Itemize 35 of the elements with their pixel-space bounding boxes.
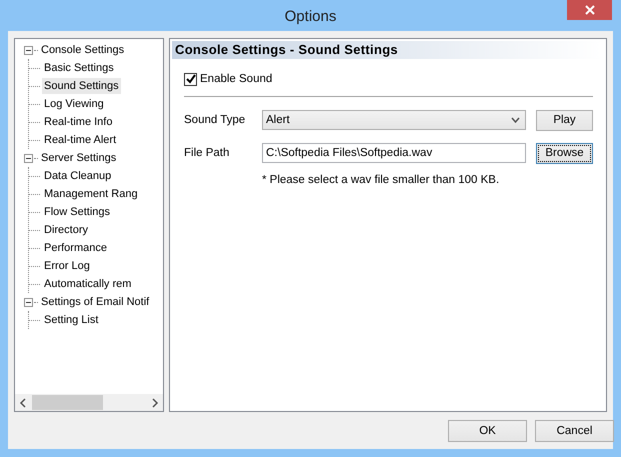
- play-button[interactable]: Play: [536, 110, 593, 130]
- ok-button[interactable]: OK: [448, 420, 527, 442]
- tree-item[interactable]: Error Log: [42, 258, 92, 274]
- field-label: Sound Type: [184, 114, 246, 126]
- tree-item[interactable]: Performance: [42, 240, 109, 256]
- tree-item[interactable]: Settings of Email Notif: [39, 294, 152, 310]
- tree-item[interactable]: Flow Settings: [42, 204, 112, 220]
- tree-item[interactable]: Automatically rem: [42, 276, 134, 292]
- field-label: File Path: [184, 147, 230, 159]
- tree-item[interactable]: Management Rang: [42, 186, 140, 202]
- checkbox-label: Enable Sound: [200, 73, 272, 85]
- enable-sound-checkbox[interactable]: [184, 72, 197, 86]
- chevron-down-icon: [511, 117, 520, 123]
- collapse-icon[interactable]: [24, 46, 33, 54]
- scrollbar-thumb[interactable]: [32, 395, 103, 410]
- tree-item[interactable]: Real-time Info: [42, 114, 114, 130]
- tree-item[interactable]: Sound Settings: [42, 78, 121, 94]
- collapse-icon[interactable]: [24, 298, 33, 306]
- tree-item[interactable]: Console Settings: [39, 42, 126, 58]
- tree-item[interactable]: Server Settings: [39, 150, 118, 166]
- cancel-button[interactable]: Cancel: [535, 420, 614, 442]
- hint-text: * Please select a wav file smaller than 100 KB.: [262, 174, 500, 186]
- close-icon: [584, 5, 594, 15]
- file-path-field[interactable]: C:\Softpedia Files\Softpedia.wav: [262, 143, 526, 163]
- tree-item[interactable]: Log Viewing: [42, 96, 106, 112]
- sound-type-dropdown[interactable]: Alert: [262, 110, 526, 130]
- collapse-icon[interactable]: [24, 154, 33, 162]
- tree-item[interactable]: Directory: [42, 222, 90, 238]
- tree-item[interactable]: Setting List: [42, 312, 100, 328]
- tree-item[interactable]: Data Cleanup: [42, 168, 114, 184]
- close-button[interactable]: [567, 0, 612, 20]
- window-title: Options: [284, 8, 336, 25]
- tree-item[interactable]: Real-time Alert: [42, 132, 118, 148]
- browse-button[interactable]: Browse: [536, 142, 593, 164]
- tree-item[interactable]: Basic Settings: [42, 60, 116, 76]
